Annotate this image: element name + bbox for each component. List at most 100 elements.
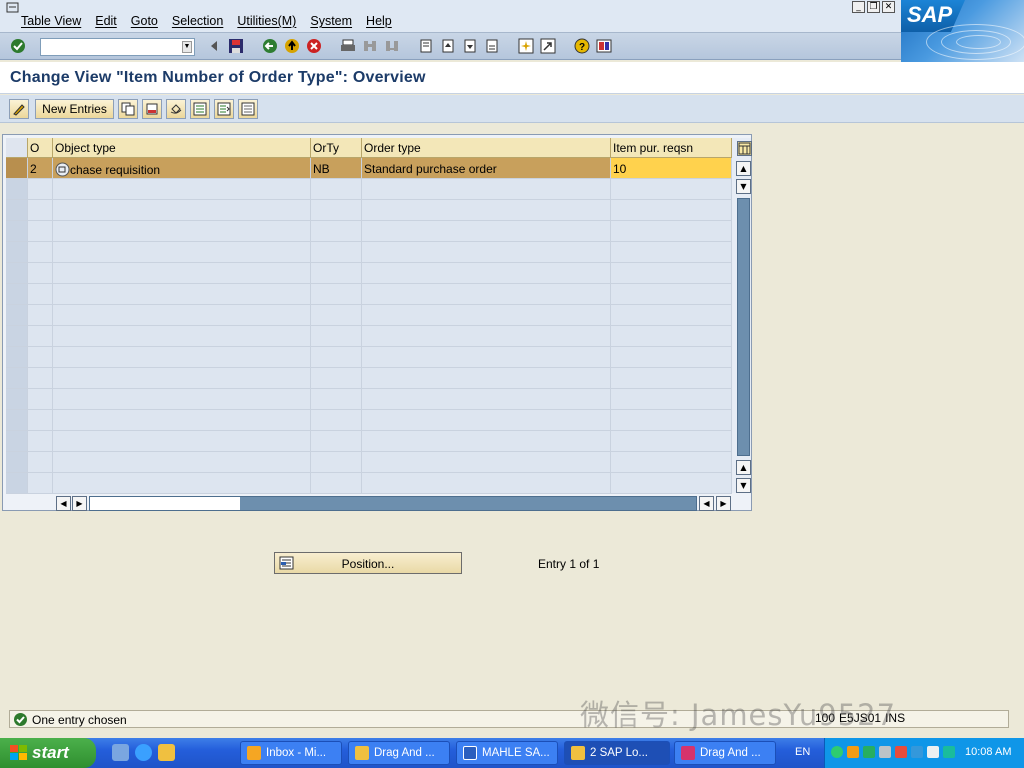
cell-item-pur-reqsn[interactable] xyxy=(611,389,732,410)
command-field[interactable]: ▼ xyxy=(40,38,195,56)
cell-item-pur-reqsn[interactable] xyxy=(611,221,732,242)
cell-order-type-code[interactable] xyxy=(311,431,362,452)
position-button[interactable]: Position... xyxy=(274,552,462,574)
row-select-cell[interactable] xyxy=(6,326,28,347)
cell-item-pur-reqsn[interactable] xyxy=(611,242,732,263)
folder-icon[interactable] xyxy=(158,744,175,761)
cell-item-pur-reqsn[interactable] xyxy=(611,326,732,347)
create-session-icon[interactable] xyxy=(518,38,534,54)
column-header-object-type[interactable]: Object type xyxy=(53,138,311,158)
menu-help[interactable]: Help xyxy=(359,14,399,28)
cell-order-type-code[interactable] xyxy=(311,347,362,368)
cell-order-type[interactable] xyxy=(362,242,611,263)
cell-object-type[interactable] xyxy=(53,431,311,452)
row-select-cell[interactable] xyxy=(6,284,28,305)
deselect-all-button[interactable] xyxy=(238,99,258,119)
desktop-icon[interactable] xyxy=(112,744,129,761)
row-select-cell[interactable] xyxy=(6,200,28,221)
table-row[interactable] xyxy=(6,347,732,368)
row-select-cell[interactable] xyxy=(6,347,28,368)
cell-item-pur-reqsn[interactable] xyxy=(611,431,732,452)
window-menu-icon[interactable] xyxy=(6,2,20,14)
cell-o[interactable] xyxy=(28,221,53,242)
menu-selection[interactable]: Selection xyxy=(165,14,230,28)
first-page-icon[interactable] xyxy=(418,38,434,54)
column-header-item-pur-reqsn[interactable]: Item pur. reqsn xyxy=(611,138,732,158)
select-all-column-header[interactable] xyxy=(6,138,28,158)
cell-order-type-code[interactable] xyxy=(311,200,362,221)
menu-goto[interactable]: Goto xyxy=(124,14,165,28)
taskbar-item-sap[interactable]: 2 SAP Lo... xyxy=(564,741,670,765)
cell-o[interactable] xyxy=(28,368,53,389)
next-page-icon[interactable] xyxy=(462,38,478,54)
menu-edit[interactable]: Edit xyxy=(88,14,124,28)
cell-item-pur-reqsn[interactable] xyxy=(611,452,732,473)
cell-object-type[interactable] xyxy=(53,473,311,494)
table-row[interactable] xyxy=(6,389,732,410)
start-button[interactable]: start xyxy=(0,738,96,768)
cancel-icon[interactable] xyxy=(306,38,322,54)
page-down-icon[interactable]: ▼ xyxy=(736,179,751,194)
scroll-left-icon[interactable]: ◀ xyxy=(56,496,71,511)
table-row[interactable] xyxy=(6,221,732,242)
row-select-cell[interactable] xyxy=(6,242,28,263)
undo-change-button[interactable] xyxy=(166,99,186,119)
cell-item-pur-reqsn[interactable] xyxy=(611,179,732,200)
cell-object-type[interactable] xyxy=(53,284,311,305)
close-icon[interactable]: ✕ xyxy=(882,1,895,13)
tray-security-icon[interactable] xyxy=(895,746,907,758)
cell-object-type[interactable] xyxy=(53,263,311,284)
row-select-cell[interactable] xyxy=(6,410,28,431)
cell-item-pur-reqsn[interactable]: 10 xyxy=(611,158,732,179)
cell-order-type-code[interactable] xyxy=(311,179,362,200)
back-arrow-small-icon[interactable] xyxy=(206,38,222,54)
layout-menu-icon[interactable] xyxy=(596,38,612,54)
cell-object-type[interactable] xyxy=(53,179,311,200)
cell-order-type[interactable] xyxy=(362,305,611,326)
scroll-far-right-icon[interactable]: ▶ xyxy=(716,496,731,511)
cell-o[interactable] xyxy=(28,431,53,452)
table-row[interactable] xyxy=(6,431,732,452)
delete-button[interactable] xyxy=(142,99,162,119)
row-select-cell[interactable] xyxy=(6,158,28,179)
cell-item-pur-reqsn[interactable] xyxy=(611,284,732,305)
cell-o[interactable] xyxy=(28,305,53,326)
table-row[interactable] xyxy=(6,305,732,326)
cell-order-type-code[interactable] xyxy=(311,305,362,326)
cell-object-type[interactable] xyxy=(53,221,311,242)
back-icon[interactable] xyxy=(262,38,278,54)
display-change-button[interactable] xyxy=(9,99,29,119)
scroll-thumb-horizontal[interactable] xyxy=(90,497,240,510)
row-select-cell[interactable] xyxy=(6,368,28,389)
table-row[interactable] xyxy=(6,473,732,494)
cell-item-pur-reqsn[interactable] xyxy=(611,263,732,284)
cell-object-type[interactable] xyxy=(53,368,311,389)
cell-object-type[interactable] xyxy=(53,347,311,368)
cell-item-pur-reqsn[interactable] xyxy=(611,200,732,221)
cell-order-type-code[interactable] xyxy=(311,410,362,431)
cell-o[interactable] xyxy=(28,473,53,494)
language-indicator[interactable]: EN xyxy=(795,746,810,758)
table-row[interactable] xyxy=(6,284,732,305)
cell-o[interactable] xyxy=(28,410,53,431)
minimize-icon[interactable]: _ xyxy=(852,1,865,13)
cell-object-type[interactable]: chase requisition xyxy=(53,158,311,179)
cell-object-type[interactable] xyxy=(53,200,311,221)
enter-icon[interactable] xyxy=(10,38,26,54)
column-header-order-type-code[interactable]: OrTy xyxy=(311,138,362,158)
cell-order-type-code[interactable] xyxy=(311,473,362,494)
cell-order-type-code[interactable] xyxy=(311,452,362,473)
cell-order-type[interactable] xyxy=(362,431,611,452)
find-icon[interactable] xyxy=(362,38,378,54)
cell-order-type-code[interactable]: NB xyxy=(311,158,362,179)
taskbar-item-drag-and-2[interactable]: Drag And ... xyxy=(674,741,776,765)
cell-order-type-code[interactable] xyxy=(311,368,362,389)
cell-item-pur-reqsn[interactable] xyxy=(611,368,732,389)
horizontal-scrollbar[interactable]: ◀ ▶ ◀ ▶ xyxy=(56,496,734,511)
network-icon[interactable] xyxy=(879,746,891,758)
cell-o[interactable] xyxy=(28,347,53,368)
table-row[interactable] xyxy=(6,452,732,473)
last-page-icon[interactable] xyxy=(484,38,500,54)
copy-as-button[interactable] xyxy=(118,99,138,119)
cell-order-type-code[interactable] xyxy=(311,326,362,347)
